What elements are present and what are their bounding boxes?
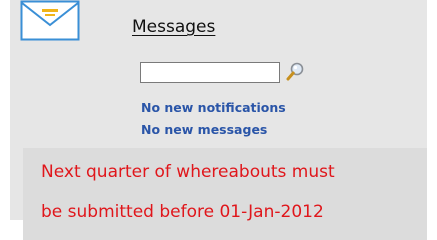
notifications-link[interactable]: No new notifications bbox=[141, 100, 286, 115]
alert-line: be submitted before 01-Jan-2012 bbox=[41, 202, 324, 222]
whereabouts-alert: Next quarter of whereabouts must be subm… bbox=[23, 148, 427, 240]
envelope-icon[interactable] bbox=[20, 0, 80, 42]
messages-link[interactable]: No new messages bbox=[141, 122, 267, 137]
alert-line: Next quarter of whereabouts must bbox=[41, 162, 335, 182]
search-button[interactable] bbox=[285, 61, 305, 83]
magnifier-icon bbox=[286, 62, 304, 81]
messages-title[interactable]: Messages bbox=[132, 17, 215, 37]
search-input[interactable] bbox=[140, 62, 280, 83]
